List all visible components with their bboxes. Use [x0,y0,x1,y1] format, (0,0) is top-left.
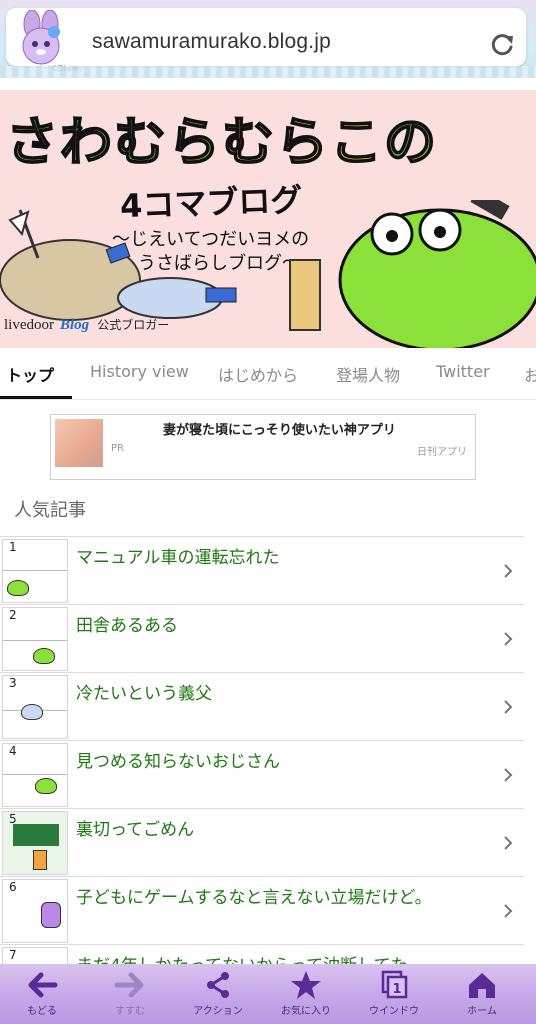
rank-number: 2 [9,608,17,622]
ad-banner[interactable]: 妻が寝た頃にこっそり使いたい神アプリ PR 日刊アプリ [50,414,476,480]
tab-top[interactable]: トップ [6,362,54,386]
svg-text:1: 1 [392,982,401,997]
favorites-button[interactable]: お気に入り [276,970,336,1022]
chevron-right-icon [504,904,513,918]
chevron-right-icon [504,564,513,578]
reload-icon[interactable] [490,32,516,58]
active-tab-indicator [0,396,72,399]
home-icon [469,973,495,998]
tab-more[interactable]: お [524,362,536,386]
tab-twitter[interactable]: Twitter [436,362,490,381]
list-item[interactable]: 3 冷たいという義父 [0,672,524,740]
windows-label: ウインドウ [369,1006,419,1017]
article-title[interactable]: 冷たいという義父 [76,679,516,704]
windows-icon: 1 [381,970,408,999]
share-icon [207,972,229,998]
popular-heading: 人気記事 [14,500,86,521]
home-button[interactable]: ホーム [452,970,512,1022]
article-thumbnail: 6 [2,879,68,943]
chevron-right-icon [504,632,513,646]
browser-bottom-toolbar: もどる すすむ アクション お気に入り 1 ウインドウ ホーム [0,964,536,1024]
article-thumbnail: 5 [2,811,68,875]
rank-number: 1 [9,540,17,554]
ad-title: 妻が寝た頃にこっそり使いたい神アプリ [163,423,396,438]
back-label: もどる [27,1006,57,1017]
rank-number: 7 [9,948,17,962]
list-item[interactable]: 5 裏切ってごめん [0,808,524,876]
banner-title: さわむらむらこの [5,112,439,174]
favorites-label: お気に入り [281,1006,331,1017]
ad-pr-label: PR [111,443,124,454]
arrow-right-icon [114,972,144,998]
article-thumbnail: 2 [2,607,68,671]
rank-number: 3 [9,676,17,690]
rank-number: 4 [9,744,17,758]
ad-source: 日刊アプリ [417,447,467,458]
home-label: ホーム [467,1006,497,1017]
action-button[interactable]: アクション [188,970,248,1022]
blog-header-banner[interactable]: さわむらむらこの 4コマブログ 〜じえいてつだいヨメの うさばらしブログ〜 li… [0,90,536,348]
url-text[interactable]: sawamuramurako.blog.jp [92,30,331,54]
tab-characters[interactable]: 登場人物 [336,362,400,386]
rank-number: 6 [9,880,17,894]
nav-tabs: トップ History view はじめから 登場人物 Twitter お [0,348,536,400]
article-title[interactable]: 見つめる知らないおじさん [76,747,516,772]
star-icon [291,971,321,999]
article-title[interactable]: 裏切ってごめん [76,815,516,840]
popular-list: 1 マニュアル車の運転忘れた 2 田舎あるある 3 冷たいという義父 4 見つめ… [0,536,524,1012]
windows-button[interactable]: 1 ウインドウ [364,970,424,1022]
browser-top-bar: ©Disney sawamuramurako.blog.jp [0,0,536,78]
chevron-right-icon [504,700,513,714]
address-bar[interactable]: ©Disney sawamuramurako.blog.jp [6,8,526,73]
article-thumbnail: 3 [2,675,68,739]
list-item[interactable]: 2 田舎あるある [0,604,524,672]
back-button[interactable]: もどる [12,970,72,1022]
forward-label: すすむ [115,1006,145,1017]
forward-button[interactable]: すすむ [100,970,160,1022]
article-title[interactable]: マニュアル車の運転忘れた [76,543,516,568]
chevron-right-icon [504,836,513,850]
list-item[interactable]: 4 見つめる知らないおじさん [0,740,524,808]
arrow-left-icon [28,972,58,998]
article-thumbnail: 1 [2,539,68,603]
avatar-icon [22,10,60,65]
livedoor-blog-logo: livedoor Blog 公式ブロガー [4,317,170,333]
list-item[interactable]: 1 マニュアル車の運転忘れた [0,536,524,604]
ad-thumbnail [55,419,103,467]
avatar-caption: ©Disney [52,64,83,73]
article-thumbnail: 4 [2,743,68,807]
list-item[interactable]: 6 子どもにゲームするなと言えない立場だけど。 [0,876,524,944]
tab-hajimekara[interactable]: はじめから [218,362,298,386]
chevron-right-icon [504,768,513,782]
article-title[interactable]: 田舎あるある [76,611,516,636]
action-label: アクション [193,1006,243,1017]
tab-history-view[interactable]: History view [90,362,189,381]
article-title[interactable]: 子どもにゲームするなと言えない立場だけど。 [76,883,516,908]
